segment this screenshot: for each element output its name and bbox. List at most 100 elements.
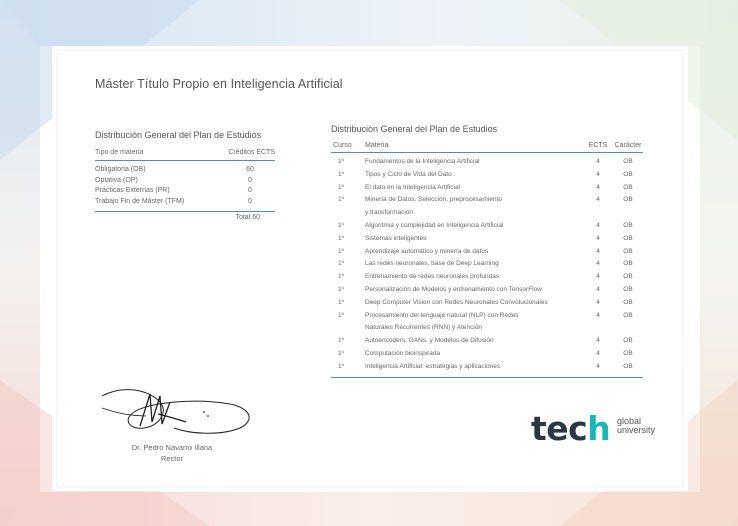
logo-wordmark-main: tec bbox=[531, 409, 588, 448]
signature bbox=[101, 389, 250, 434]
summary-type: Optativa (OP) bbox=[95, 176, 138, 184]
course-row: y transformación bbox=[331, 207, 643, 220]
course-caracter: OB bbox=[623, 247, 633, 255]
course-curso: 1º bbox=[338, 298, 344, 306]
course-materia: Minería de Datos. Selección, preprocesam… bbox=[365, 196, 502, 204]
course-materia: Procesamiento del lenguaje natural (NLP)… bbox=[365, 311, 519, 319]
col-ects: ECTS bbox=[588, 142, 608, 149]
course-materia: Aprendizaje automático y minería de dato… bbox=[365, 247, 489, 255]
courses-table: Distribución General del Plan de Estudio… bbox=[331, 124, 643, 378]
course-curso: 1º bbox=[338, 285, 344, 293]
logo-sub-line2: university bbox=[617, 425, 656, 435]
course-caracter bbox=[613, 207, 643, 220]
col-caracter: Carácter bbox=[614, 142, 642, 149]
summary-heading: Distribución General del Plan de Estudio… bbox=[95, 130, 262, 140]
course-materia: Deep Computer Vision con Redes Neuronale… bbox=[365, 298, 548, 306]
course-ects bbox=[583, 207, 613, 220]
course-curso: 1º bbox=[338, 158, 344, 165]
course-ects: 4 bbox=[596, 362, 600, 370]
summary-type: Prácticas Externas (PR) bbox=[95, 187, 170, 194]
course-curso: 1º bbox=[338, 183, 344, 191]
course-ects: 4 bbox=[596, 285, 600, 293]
summary-type: Trabajo Fin de Máster (TFM) bbox=[95, 197, 185, 205]
course-row: 1º Algoritmia y complejidad en Inteligenc… bbox=[331, 220, 643, 233]
course-caracter: OB bbox=[623, 349, 633, 357]
course-materia: Las redes neuronales, base de Deep Learn… bbox=[365, 260, 499, 268]
course-row: 1º Aprendizaje automático y minería de da… bbox=[331, 246, 643, 259]
course-ects: 4 bbox=[596, 337, 600, 345]
course-materia: Tipos y Ciclo de Vida del Dato bbox=[365, 170, 452, 178]
course-row: 1º Sistemas inteligentes 4 OB bbox=[331, 233, 643, 246]
course-row: 1º Inteligencia Artificial: estrategias y… bbox=[331, 361, 643, 374]
course-caracter: OB bbox=[623, 337, 633, 345]
courses-rows: 1º Fundamentos de la Inteligencia Artific… bbox=[331, 153, 643, 378]
summary-credits: 0 bbox=[248, 197, 252, 205]
course-curso: 1º bbox=[338, 170, 344, 178]
course-ects: 4 bbox=[596, 311, 600, 319]
course-row: 1º Computación bioinspirada 4 OB bbox=[331, 348, 643, 361]
summary-col-credits: Créditos ECTS bbox=[228, 149, 275, 156]
summary-total: Total 60 bbox=[235, 214, 260, 221]
course-row: 1º El dato en la Inteligencia Artificial 4… bbox=[331, 182, 643, 195]
summary-row: Obligatoria (OB) 60 bbox=[95, 165, 275, 176]
summary-credits: 0 bbox=[248, 176, 252, 184]
summary-row: Trabajo Fin de Máster (TFM) 0 bbox=[95, 197, 275, 208]
course-curso: 1º bbox=[338, 362, 344, 370]
course-materia: y transformación bbox=[365, 209, 414, 217]
course-curso bbox=[331, 207, 365, 220]
course-ects: 4 bbox=[596, 221, 600, 229]
course-materia: Fundamentos de la Inteligencia Artificia… bbox=[365, 158, 480, 165]
summary-rows: Obligatoria (OB) 60 Optativa (OP) 0 Prác… bbox=[95, 161, 275, 212]
course-curso: 1º bbox=[338, 337, 344, 345]
course-curso bbox=[331, 322, 365, 335]
course-curso: 1º bbox=[338, 247, 344, 255]
course-caracter: OB bbox=[623, 234, 633, 242]
course-curso: 1º bbox=[338, 196, 344, 204]
course-caracter: OB bbox=[623, 183, 633, 191]
course-materia: Computación bioinspirada bbox=[365, 349, 441, 357]
summary-row: Optativa (OP) 0 bbox=[95, 176, 275, 187]
course-curso: 1º bbox=[338, 260, 344, 268]
course-row: 1º Personalización de Modelos y entrenami… bbox=[331, 284, 643, 297]
course-caracter: OB bbox=[623, 260, 633, 268]
course-caracter: OB bbox=[623, 221, 633, 229]
course-ects: 4 bbox=[596, 183, 600, 191]
summary-row: Prácticas Externas (PR) 0 bbox=[95, 186, 275, 197]
course-row: 1º Minería de Datos. Selección, preproces… bbox=[331, 194, 643, 207]
course-row: 1º Entrenamiento de redes neuronales prof… bbox=[331, 271, 643, 284]
summary-table: Distribución General del Plan de Estudio… bbox=[95, 130, 275, 221]
course-row: Naturales Recurrentes (RNN) y Atención bbox=[331, 322, 643, 335]
course-caracter: OB bbox=[623, 196, 633, 204]
courses-heading: Distribución General del Plan de Estudio… bbox=[331, 124, 498, 134]
course-caracter: OB bbox=[623, 273, 633, 281]
logo-wordmark-accent: h bbox=[587, 409, 611, 448]
signer-role: Rector bbox=[160, 454, 184, 463]
tech-logo: tech global university bbox=[531, 409, 671, 451]
course-row: 1º Autoencoders, GANs, y Modelos de Difus… bbox=[331, 335, 643, 348]
col-curso: Curso bbox=[333, 142, 352, 149]
course-row: 1º Fundamentos de la Inteligencia Artific… bbox=[331, 156, 643, 169]
course-materia: Entrenamiento de redes neuronales profun… bbox=[365, 273, 500, 281]
course-ects: 4 bbox=[596, 196, 600, 204]
course-materia: Algoritmia y complejidad en Inteligencia… bbox=[365, 221, 504, 229]
course-caracter: OB bbox=[623, 158, 633, 165]
course-ects: 4 bbox=[596, 158, 600, 165]
course-row: 1º Las redes neuronales, base de Deep Lea… bbox=[331, 258, 643, 271]
course-ects: 4 bbox=[596, 170, 600, 178]
course-curso: 1º bbox=[338, 273, 344, 281]
summary-type: Obligatoria (OB) bbox=[95, 166, 146, 173]
course-curso: 1º bbox=[338, 234, 344, 242]
course-caracter: OB bbox=[623, 170, 633, 178]
logo-wordmark: tech bbox=[531, 409, 611, 448]
course-ects: 4 bbox=[596, 234, 600, 242]
summary-header-row: Tipo de materia Créditos ECTS bbox=[95, 149, 275, 161]
course-materia: El dato en la Inteligencia Artificial bbox=[365, 183, 461, 191]
summary-col-type: Tipo de materia bbox=[95, 149, 144, 156]
course-row: 1º Tipos y Ciclo de Vida del Dato 4 OB bbox=[331, 169, 643, 182]
course-materia: Inteligencia Artificial: estrategias y a… bbox=[365, 362, 501, 370]
course-caracter: OB bbox=[623, 362, 633, 370]
course-materia: Autoencoders, GANs, y Modelos de Difusió… bbox=[365, 337, 494, 345]
course-ects bbox=[583, 322, 613, 335]
course-caracter: OB bbox=[623, 298, 633, 306]
course-ects: 4 bbox=[596, 247, 600, 255]
